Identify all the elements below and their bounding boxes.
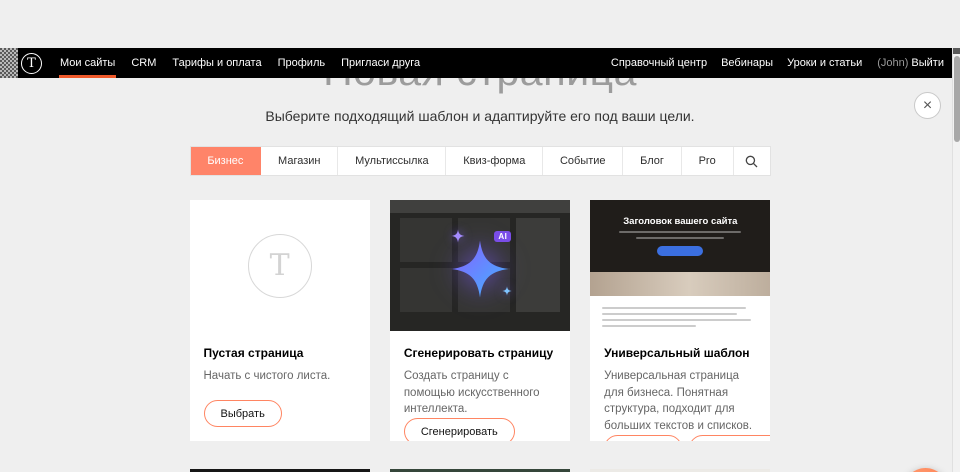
nav-item-profile[interactable]: Профиль [270,48,334,78]
ai-badge: AI [494,231,511,242]
card-actions: Сгенерировать [404,418,556,441]
search-icon [745,155,758,168]
nav-label: Тарифы и оплата [172,57,261,69]
nav-label: Профиль [278,57,326,69]
nav-label: Уроки и статьи [787,57,862,69]
preview-photo [590,272,770,296]
preview-text-line [602,307,746,309]
template-card-ai-generate: AI Сгенерировать страницу Создать страни… [390,200,570,441]
card-description: Создать страницу с помощью искусственног… [404,368,556,418]
tilda-watermark-icon: T [248,234,312,298]
nav-item-my-sites[interactable]: Мои сайты [52,48,123,78]
tab-blog[interactable]: Блог [623,147,681,175]
nav-item-webinars[interactable]: Вебинары [714,48,780,78]
dither-pattern [0,48,18,78]
nav-item-tariffs[interactable]: Тарифы и оплата [164,48,269,78]
tab-label: Квиз-форма [463,155,525,167]
tab-label: Блог [640,155,664,167]
card-title: Сгенерировать страницу [404,346,556,360]
close-icon: × [923,98,932,114]
nav-item-invite-friend[interactable]: Пригласи друга [333,48,428,78]
nav-label: Вебинары [721,57,773,69]
preview-text-line [602,313,736,315]
scrollbar-thumb[interactable] [954,56,960,142]
nav-item-help-center[interactable]: Справочный центр [604,48,714,78]
scrollbar[interactable] [952,48,960,472]
page-subtitle: Выберите подходящий шаблон и адаптируйте… [0,108,960,124]
search-tab-button[interactable] [734,147,770,175]
universal-thumbnail[interactable]: Заголовок вашего сайта [590,200,770,331]
card-body: Универсальный шаблон Универсальная стран… [590,331,770,441]
nav-item-crm[interactable]: CRM [123,48,164,78]
topbar-left-menu: Мои сайты CRM Тарифы и оплата Профиль Пр… [52,48,428,78]
card-description: Универсальная страница для бизнеса. Поня… [604,368,756,435]
card-actions: Выбрать Посмотреть [604,435,756,441]
tab-quiz-form[interactable]: Квиз-форма [446,147,543,175]
close-button[interactable]: × [914,92,941,119]
tilda-logo-letter: T [27,56,36,71]
card-title: Универсальный шаблон [604,346,756,360]
thumb-decor [516,218,560,312]
ai-generate-thumbnail[interactable]: AI [390,200,570,331]
tab-pro[interactable]: Pro [682,147,734,175]
blank-page-thumbnail[interactable]: T [190,200,370,331]
thumb-decor [400,218,452,262]
thumb-decor [400,268,452,312]
preview-text-line [636,237,724,239]
tab-label: Мультиссылка [355,155,429,167]
preview-button[interactable]: Посмотреть [689,435,770,441]
preview-text-line [602,325,696,327]
logout-link[interactable]: Выйти [911,57,944,69]
choose-button[interactable]: Выбрать [604,435,682,441]
card-body: Пустая страница Начать с чистого листа. … [190,331,370,441]
help-button[interactable]: ? [903,468,948,472]
preview-text-block [590,296,770,331]
template-card-universal: Заголовок вашего сайта Универсальный шаб… [590,200,770,441]
scrollbar-corner [953,48,960,54]
nav-label: Пригласи друга [341,57,420,69]
card-description: Начать с чистого листа. [204,368,356,385]
nav-label: Справочный центр [611,57,707,69]
tab-event[interactable]: Событие [543,147,623,175]
preview-cta-button [657,246,703,256]
tab-multilink[interactable]: Мультиссылка [338,147,446,175]
nav-label: CRM [131,57,156,69]
tab-label: Событие [560,155,606,167]
user-name: (John) [877,57,908,69]
category-tabs: Бизнес Магазин Мультиссылка Квиз-форма С… [190,146,771,176]
card-actions: Выбрать [204,400,356,427]
preview-hero: Заголовок вашего сайта [590,200,770,272]
topbar-right-menu: Справочный центр Вебинары Уроки и статьи… [604,48,944,78]
card-title: Пустая страница [204,346,356,360]
preview-text-line [602,319,751,321]
preview-text-line [619,231,741,233]
tab-label: Бизнес [207,155,243,167]
tab-shop[interactable]: Магазин [261,147,338,175]
card-body: Сгенерировать страницу Создать страницу … [390,331,570,441]
thumb-decor [390,200,570,213]
template-card-blank-page: T Пустая страница Начать с чистого листа… [190,200,370,441]
sparkle-icon [451,229,465,243]
tilda-logo-icon[interactable]: T [21,53,42,74]
template-grid: T Пустая страница Начать с чистого листа… [190,200,771,472]
topbar: T Мои сайты CRM Тарифы и оплата Профиль … [0,48,960,78]
tab-business[interactable]: Бизнес [191,147,262,175]
tab-label: Магазин [278,155,320,167]
tilda-watermark-letter: T [270,248,290,283]
sparkle-icon [502,286,512,296]
nav-item-lessons[interactable]: Уроки и статьи [780,48,869,78]
nav-label: Мои сайты [60,57,115,69]
preview-heading: Заголовок вашего сайта [623,216,737,227]
generate-button[interactable]: Сгенерировать [404,418,515,441]
choose-button[interactable]: Выбрать [204,400,282,427]
tab-label: Pro [699,155,716,167]
